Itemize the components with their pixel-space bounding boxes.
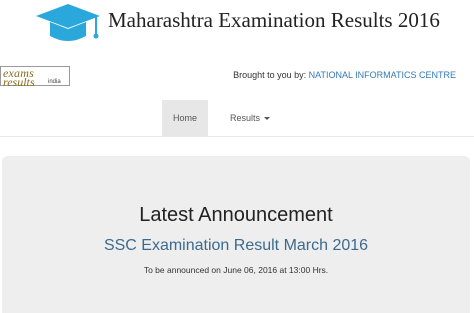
logo-word-india: india [48,79,61,85]
exams-results-india-logo[interactable]: exams results india [0,66,72,89]
brought-by-text: Brought to you by: NATIONAL INFORMATICS … [233,70,456,80]
nav-results-label: Results [230,113,261,123]
header-banner: Maharashtra Examination Results 2016 [0,0,474,62]
graduation-cap-icon [36,4,100,41]
announcement-heading: Latest Announcement [139,204,333,226]
ssc-result-link[interactable]: SSC Examination Result March 2016 [2,237,470,255]
caret-down-icon [264,116,271,120]
brought-by-label: Brought to you by: [233,70,309,80]
logo-word-results: results [3,75,35,89]
announcement-date-note: To be announced on June 06, 2016 at 13:0… [143,265,329,275]
site-title: Maharashtra Examination Results 2016 [108,8,440,32]
announcement-panel: Latest Announcement SSC Examination Resu… [2,156,470,313]
navbar: Home Results [0,100,474,137]
nav-results-dropdown[interactable]: Results [230,100,271,136]
nav-home-link[interactable]: Home [162,100,208,136]
nic-link[interactable]: NATIONAL INFORMATICS CENTRE [309,70,456,80]
